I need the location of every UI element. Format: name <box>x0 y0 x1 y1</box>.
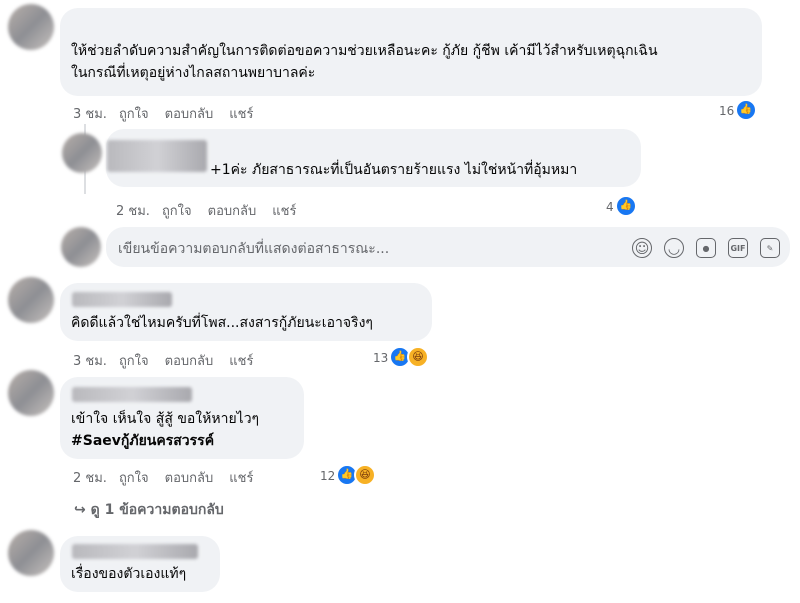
gif-icon[interactable]: GIF <box>728 238 748 258</box>
reaction-count[interactable]: 16 <box>719 104 734 118</box>
share-button[interactable]: แชร์ <box>229 107 253 122</box>
camera-icon[interactable]: ● <box>696 238 716 258</box>
commenter-name[interactable] <box>107 140 207 172</box>
reaction-count[interactable]: 12 <box>320 469 335 483</box>
like-button[interactable]: ถูกใจ <box>119 107 149 122</box>
reply-button[interactable]: ตอบกลับ <box>165 107 214 122</box>
comment-text: คิดดีแล้วใช่ไหมครับที่โพส...สงสารกู้ภัยน… <box>71 315 373 331</box>
share-button[interactable]: แชร์ <box>272 204 296 219</box>
hashtag-link[interactable]: #Saevกู้ภัยนครสวรรค์ <box>71 431 214 452</box>
like-reaction-icon[interactable]: 👍 <box>735 99 757 121</box>
reply-button[interactable]: ตอบกลับ <box>208 204 257 219</box>
comment-time[interactable]: 3 ชม. <box>73 354 107 369</box>
comment-actions: 3 ชม. ถูกใจ ตอบกลับ แชร์ <box>73 350 269 371</box>
avatar[interactable] <box>8 530 54 576</box>
comment-actions: 2 ชม. ถูกใจ ตอบกลับ แชร์ <box>73 467 269 488</box>
comment-time[interactable]: 3 ชม. <box>73 107 107 122</box>
comment-text: ในกรณีที่เหตุอยู่ห่างไกลสถานพยาบาลค่ะ <box>71 65 316 81</box>
view-replies-label: ดู 1 ข้อความตอบกลับ <box>90 502 224 518</box>
reaction-count[interactable]: 4 <box>606 200 614 214</box>
share-button[interactable]: แชร์ <box>229 471 253 486</box>
commenter-name[interactable] <box>72 387 192 402</box>
avatar[interactable] <box>8 370 54 416</box>
reaction-count[interactable]: 13 <box>373 351 388 365</box>
comment-text: +1ค่ะ ภัยสาธารณะที่เป็นอันตรายร้ายแรง ไม… <box>210 162 578 178</box>
comment-text: เรื่องของตัวเองแท้ๆ <box>71 566 187 582</box>
commenter-name[interactable] <box>72 292 172 307</box>
comment-text: เข้าใจ เห็นใจ สู้สู้ ขอให้หายไวๆ <box>71 411 260 427</box>
comment-actions: 3 ชม. ถูกใจ ตอบกลับ แชร์ <box>73 103 269 124</box>
haha-reaction-icon[interactable]: 😆 <box>407 346 429 368</box>
like-button[interactable]: ถูกใจ <box>162 204 192 219</box>
comment-time[interactable]: 2 ชม. <box>73 471 107 486</box>
sticker-icon[interactable]: ✎ <box>760 238 780 258</box>
reply-placeholder[interactable]: เขียนข้อความตอบกลับที่แสดงต่อสาธารณะ... <box>118 238 389 260</box>
comment-actions: 2 ชม. ถูกใจ ตอบกลับ แชร์ <box>116 200 312 221</box>
avatar[interactable] <box>62 133 102 173</box>
comment-text: ให้ช่วยลำดับความสำคัญในการติดต่อขอความช่… <box>71 43 658 59</box>
commenter-name[interactable] <box>72 544 198 559</box>
haha-reaction-icon[interactable]: 😆 <box>354 464 376 486</box>
like-button[interactable]: ถูกใจ <box>119 471 149 486</box>
like-button[interactable]: ถูกใจ <box>119 354 149 369</box>
share-button[interactable]: แชร์ <box>229 354 253 369</box>
avatar[interactable] <box>8 277 54 323</box>
reply-button[interactable]: ตอบกลับ <box>165 471 214 486</box>
like-reaction-icon[interactable]: 👍 <box>615 195 637 217</box>
reply-arrow-icon: ↪ <box>74 502 86 518</box>
comment-time[interactable]: 2 ชม. <box>116 204 150 219</box>
avatar[interactable] <box>8 4 54 50</box>
emoji-icon[interactable]: ◡ <box>664 238 684 258</box>
avatar-sticker-icon[interactable]: ☺ <box>632 238 652 258</box>
view-replies-link[interactable]: ↪ ดู 1 ข้อความตอบกลับ <box>74 499 224 521</box>
avatar <box>61 227 101 267</box>
reply-button[interactable]: ตอบกลับ <box>165 354 214 369</box>
